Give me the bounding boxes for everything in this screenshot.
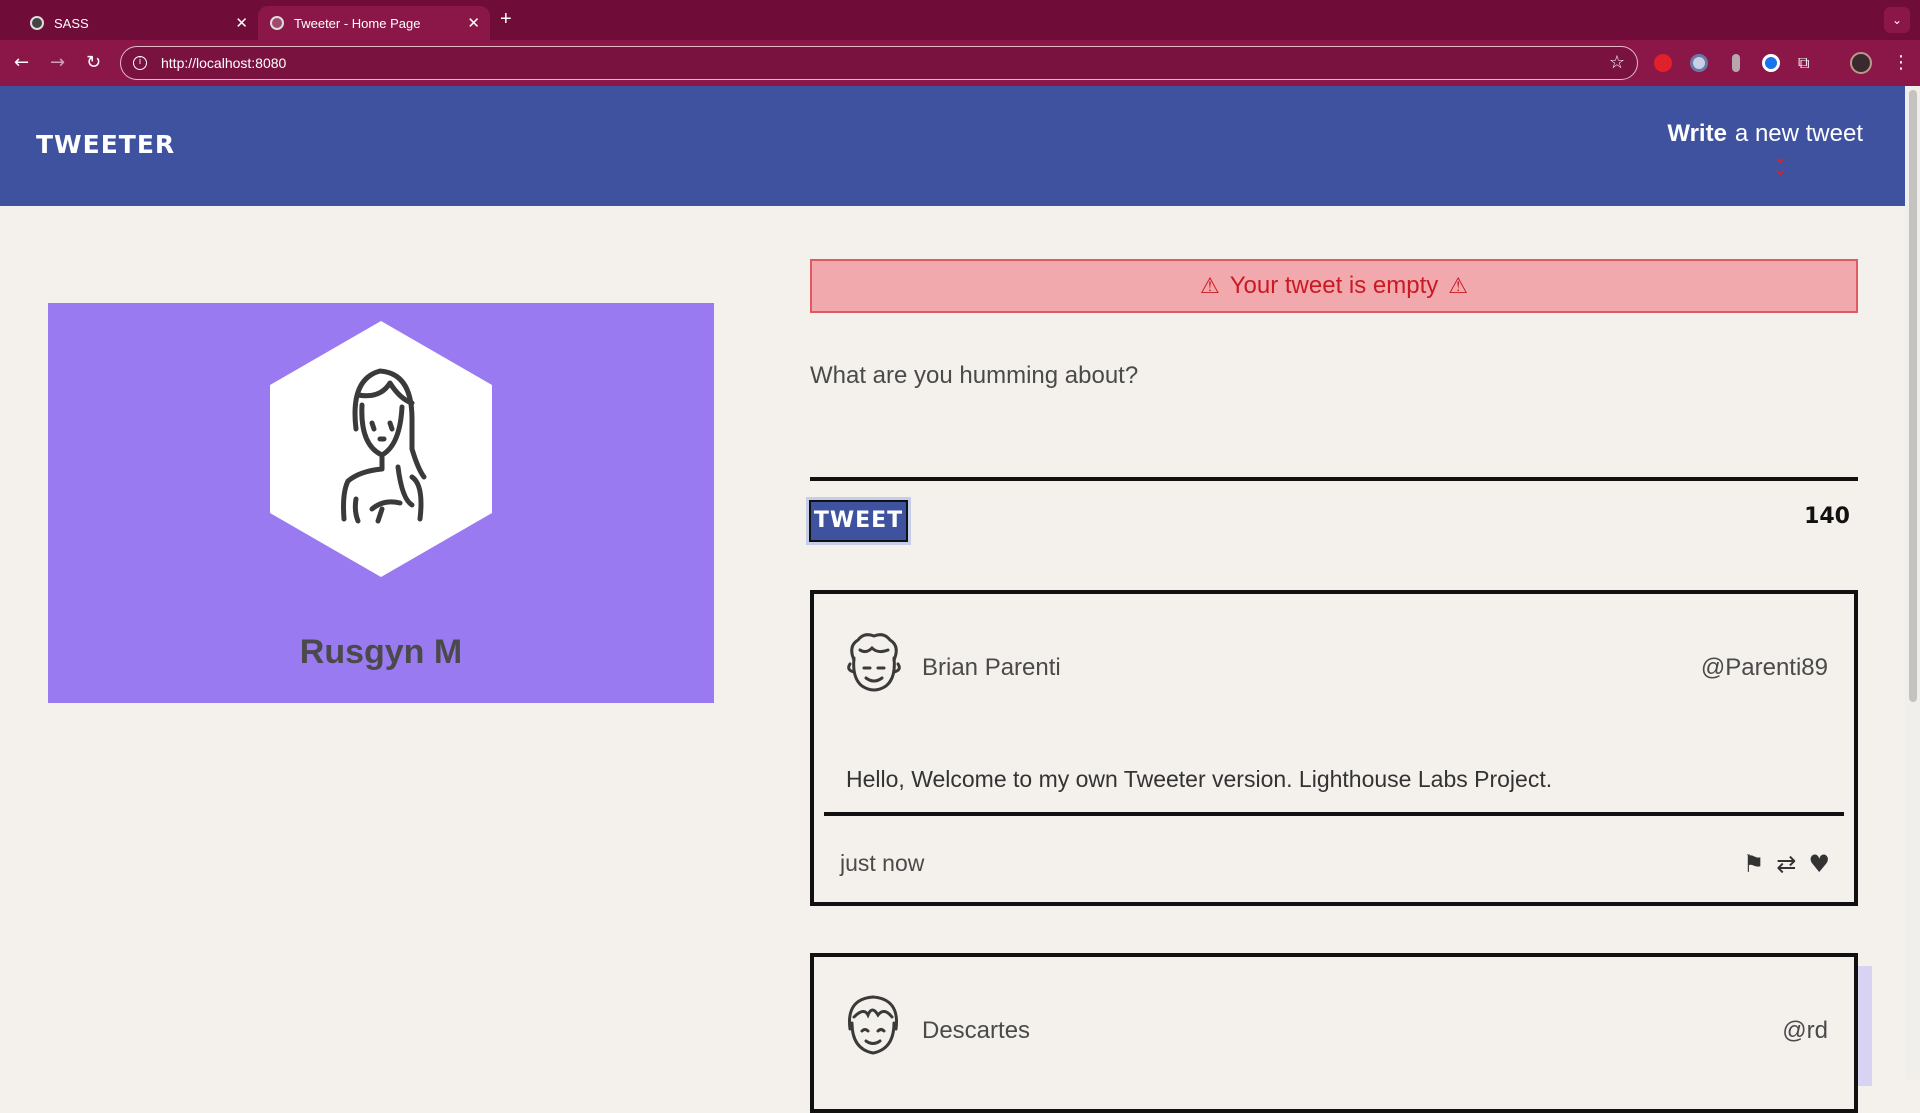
tab-search-chevron-icon[interactable]: ⌄	[1884, 7, 1910, 33]
address-bar[interactable]: i http://localhost:8080 ☆	[120, 46, 1638, 80]
profile-avatar-hexagon	[270, 321, 492, 577]
browser-tab-tweeter[interactable]: Tweeter - Home Page ✕	[258, 6, 490, 40]
error-banner: ⚠ Your tweet is empty ⚠	[810, 259, 1858, 313]
browser-tab-strip: SASS ✕ Tweeter - Home Page ✕ + ⌄	[0, 0, 1920, 40]
tweet-hover-shadow	[1858, 966, 1872, 1086]
reload-icon[interactable]: ↻	[86, 52, 101, 73]
warning-icon: ⚠	[1448, 273, 1468, 298]
extensions-puzzle-icon[interactable]: ⧉	[1798, 54, 1816, 72]
character-counter: 140	[1804, 504, 1850, 529]
tweet-author-name: Brian Parenti	[922, 654, 1061, 681]
brand-logo: TWEETER	[36, 130, 176, 159]
app-header: TWEETER Write a new tweet ⌄ ⌄	[0, 86, 1905, 206]
tweet-actions: ⚑ ⇄ ♥	[1743, 850, 1830, 878]
tweet-card: Brian Parenti @Parenti89 Hello, Welcome …	[810, 590, 1858, 906]
tab-favicon-icon	[270, 16, 284, 30]
user-avatar-icon	[847, 633, 901, 692]
tweet-card: Descartes @rd	[810, 953, 1858, 1113]
back-arrow-icon[interactable]: ←	[14, 52, 29, 73]
heart-icon[interactable]: ♥	[1808, 850, 1830, 878]
tweet-author-name: Descartes	[922, 1017, 1031, 1044]
extension-red-icon[interactable]	[1654, 54, 1672, 72]
write-new-tweet-link[interactable]: Write a new tweet	[1667, 120, 1863, 148]
error-message: Your tweet is empty	[1229, 272, 1439, 299]
write-rest-label: a new tweet	[1734, 120, 1863, 147]
tweet-author-handle: @rd	[1782, 1017, 1828, 1044]
composer-underline	[810, 477, 1858, 481]
double-chevron-down-icon[interactable]: ⌄ ⌄	[1772, 146, 1789, 178]
bookmark-star-icon[interactable]: ☆	[1609, 52, 1625, 73]
close-tab-icon[interactable]: ✕	[467, 14, 480, 32]
site-info-icon[interactable]: i	[133, 56, 147, 70]
tweet-divider	[824, 812, 1844, 816]
tab-favicon-icon	[30, 16, 44, 30]
tweet-content: Hello, Welcome to my own Tweeter version…	[846, 766, 1553, 792]
page-scrollbar-thumb[interactable]	[1909, 90, 1917, 702]
extension-blue-icon[interactable]	[1762, 54, 1780, 72]
retweet-icon[interactable]: ⇄	[1776, 850, 1796, 878]
extension-circle-icon[interactable]	[1690, 54, 1708, 72]
flag-icon[interactable]: ⚑	[1743, 850, 1765, 878]
tweet-button[interactable]: TWEET	[809, 500, 908, 542]
user-avatar-icon	[847, 995, 899, 1055]
tweet-textarea-placeholder[interactable]: What are you humming about?	[810, 362, 1138, 390]
browser-toolbar: ← → ↻ i http://localhost:8080 ☆ ⧉ ⋮	[0, 40, 1920, 86]
tab-title: Tweeter - Home Page	[294, 15, 421, 31]
profile-avatar[interactable]	[1850, 52, 1872, 74]
profile-name: Rusgyn M	[299, 633, 463, 671]
tweet-timestamp: just now	[840, 850, 925, 876]
write-bold-label: Write	[1667, 120, 1727, 147]
close-tab-icon[interactable]: ✕	[235, 14, 248, 32]
forward-arrow-icon[interactable]: →	[50, 52, 65, 73]
tweet-author-handle: @Parenti89	[1700, 654, 1828, 681]
warning-icon: ⚠	[1199, 273, 1220, 298]
browser-menu-icon[interactable]: ⋮	[1892, 52, 1910, 73]
tab-title: SASS	[54, 15, 89, 31]
extension-bulb-icon[interactable]	[1732, 54, 1740, 72]
browser-tab-sass[interactable]: SASS ✕	[18, 6, 258, 40]
new-tab-icon[interactable]: +	[500, 8, 512, 31]
address-url[interactable]: http://localhost:8080	[161, 55, 286, 71]
profile-card: Rusgyn M	[48, 303, 714, 703]
profile-avatar-icon	[341, 368, 427, 524]
